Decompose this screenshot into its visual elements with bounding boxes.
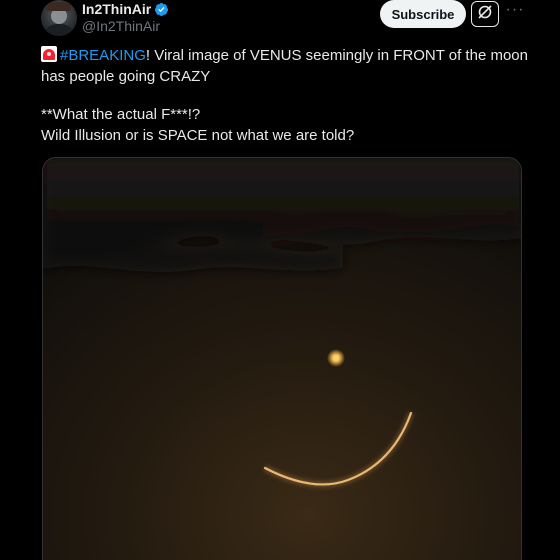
- night-sky-photo: [43, 158, 521, 560]
- tweet-line-4: Wild Illusion or is SPACE not what we ar…: [41, 127, 355, 144]
- avatar-hat: [47, 2, 71, 11]
- verified-badge-icon: [154, 2, 169, 17]
- author-handle[interactable]: @In2ThinAir: [82, 18, 160, 34]
- author-display-name[interactable]: In2ThinAir: [82, 1, 151, 17]
- avatar[interactable]: [41, 0, 77, 36]
- tweet-header: In2ThinAir @In2ThinAir Subscribe ···: [0, 0, 560, 40]
- tweet-text: #BREAKING! Viral image of VENUS seemingl…: [41, 45, 531, 146]
- tweet-media-photo[interactable]: [42, 157, 522, 560]
- tweet-line-1-text: ! Viral image of VENUS seemingly in FRON…: [145, 47, 528, 64]
- more-options-button[interactable]: ···: [505, 2, 525, 21]
- grok-button[interactable]: [471, 1, 499, 27]
- avatar-shoulder: [43, 24, 75, 36]
- tweet-line-3: **What the actual F***!?: [41, 106, 201, 123]
- subscribe-button[interactable]: Subscribe: [380, 0, 466, 28]
- grok-icon: [477, 4, 493, 25]
- hashtag-link[interactable]: #BREAKING: [60, 47, 146, 64]
- venus: [327, 349, 345, 367]
- tweet-line-1: #BREAKING! Viral image of VENUS seemingl…: [41, 45, 531, 66]
- siren-icon: [41, 46, 57, 62]
- name-row: In2ThinAir: [82, 1, 169, 17]
- tweet-line-2: has people going CRAZY: [41, 68, 211, 85]
